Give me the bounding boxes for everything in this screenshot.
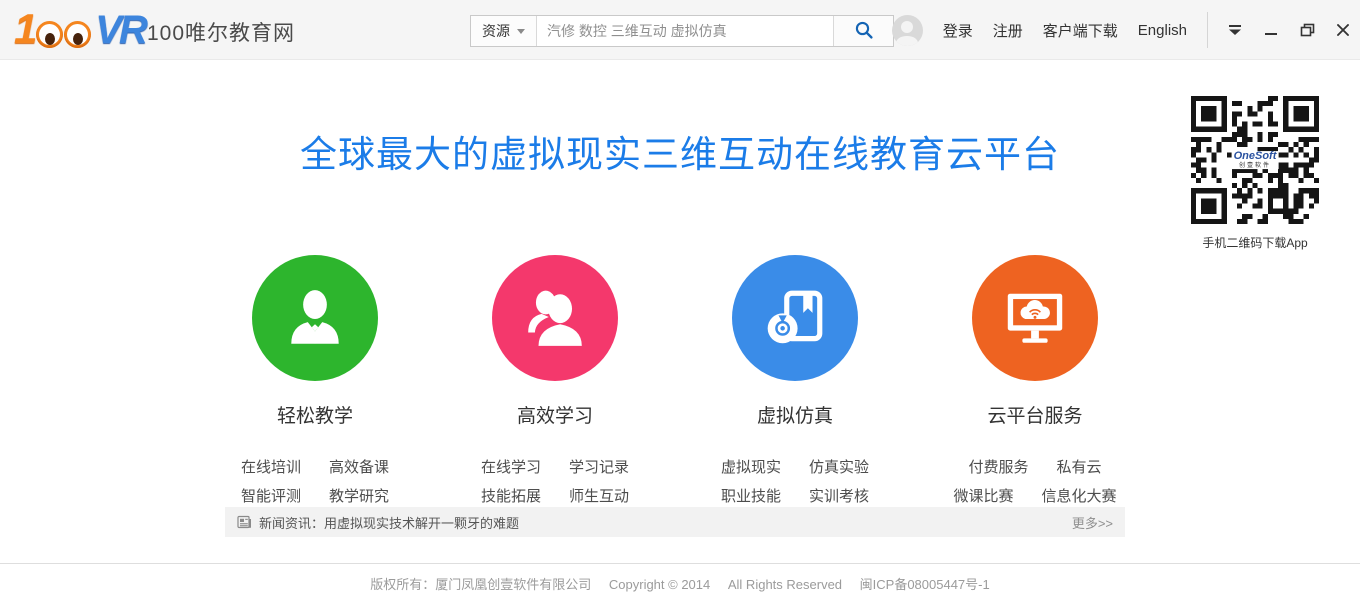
logo-digit-1: 1 (14, 9, 35, 49)
footer: 版权所有：厦门凤凰创壹软件有限公司 Copyright © 2014 All R… (0, 574, 1360, 593)
logo-100vr[interactable]: 1 VR (14, 9, 145, 49)
search-category-label: 资源 (482, 21, 510, 41)
collapse-arrow-icon[interactable] (1226, 21, 1244, 39)
qr-code: OneSoft 创壹软件 (1191, 96, 1319, 224)
minimize-icon[interactable] (1262, 21, 1280, 39)
feature-learning: 高效学习 在线学习 学习记录 技能拓展 师生互动 (435, 255, 675, 511)
site-title: 100唯尔教育网 (147, 17, 295, 47)
feature-link[interactable]: 高效备课 (329, 453, 389, 482)
feature-link[interactable]: 虚拟现实 (721, 453, 781, 482)
feature-link[interactable]: 付费服务 (968, 453, 1028, 482)
search-bar: 资源 (470, 15, 894, 47)
newspaper-icon (237, 515, 252, 529)
cloud-monitor-icon[interactable] (972, 255, 1098, 381)
hero-headline: 全球最大的虚拟现实三维互动在线教育云平台 (0, 124, 1360, 178)
register-link[interactable]: 注册 (993, 20, 1023, 41)
qr-section: OneSoft 创壹软件 手机二维码下载App (1191, 96, 1319, 251)
feature-link[interactable]: 仿真实验 (809, 453, 869, 482)
qr-center-sublabel: 创壹软件 (1234, 163, 1277, 169)
avatar[interactable] (892, 15, 923, 46)
logo-eye-icon (36, 21, 63, 48)
feature-teaching: 轻松教学 在线培训 高效备课 智能评测 教学研究 (195, 255, 435, 511)
search-button[interactable] (833, 16, 893, 46)
feature-title: 虚拟仿真 (675, 401, 915, 428)
feature-simulation: 虚拟仿真 虚拟现实 仿真实验 职业技能 实训考核 (675, 255, 915, 511)
user-nav: 登录 注册 客户端下载 English (892, 0, 1352, 60)
feature-link[interactable]: 学习记录 (569, 453, 629, 482)
divider (1207, 12, 1208, 48)
logo-vr-text: VR (95, 11, 145, 49)
qr-caption: 手机二维码下载App (1191, 234, 1319, 251)
book-cd-icon[interactable] (732, 255, 858, 381)
features-row: 轻松教学 在线培训 高效备课 智能评测 教学研究 (195, 255, 1165, 511)
feature-link[interactable]: 在线培训 (241, 453, 301, 482)
footer-icp: 闽ICP备08005447号-1 (860, 577, 990, 592)
qr-center-label: OneSoft (1234, 151, 1277, 163)
search-input[interactable] (537, 16, 833, 46)
search-category-dropdown[interactable]: 资源 (471, 16, 537, 46)
footer-copyright-en: Copyright © 2014 (609, 577, 710, 592)
feature-link[interactable]: 在线学习 (481, 453, 541, 482)
news-bar: 新闻资讯：用虚拟现实技术解开一颗牙的难题 更多>> (225, 507, 1125, 537)
feature-link[interactable]: 私有云 (1057, 453, 1102, 482)
close-icon[interactable] (1334, 21, 1352, 39)
feature-title: 轻松教学 (195, 401, 435, 428)
language-link[interactable]: English (1138, 22, 1187, 39)
feature-title: 云平台服务 (915, 401, 1155, 428)
teacher-icon[interactable] (252, 255, 378, 381)
top-bar: 1 VR 100唯尔教育网 资源 登录 (0, 0, 1360, 60)
news-headline[interactable]: 新闻资讯：用虚拟现实技术解开一颗牙的难题 (259, 513, 519, 532)
qr-center-logo: OneSoft 创壹软件 (1232, 151, 1279, 169)
feature-cloud: 云平台服务 付费服务 私有云 微课比赛 信息化大赛 (915, 255, 1155, 511)
login-link[interactable]: 登录 (943, 20, 973, 41)
logo-eye-icon (64, 21, 91, 48)
restore-icon[interactable] (1298, 21, 1316, 39)
feature-title: 高效学习 (435, 401, 675, 428)
students-icon[interactable] (492, 255, 618, 381)
footer-rights: All Rights Reserved (728, 577, 842, 592)
footer-copyright-cn: 版权所有：厦门凤凰创壹软件有限公司 (370, 577, 591, 592)
chevron-down-icon (517, 29, 525, 34)
search-icon (854, 20, 874, 43)
footer-divider (0, 563, 1360, 564)
app-window: 1 VR 100唯尔教育网 资源 登录 (0, 0, 1360, 599)
news-more-link[interactable]: 更多>> (1072, 513, 1113, 532)
client-download-link[interactable]: 客户端下载 (1043, 20, 1118, 41)
